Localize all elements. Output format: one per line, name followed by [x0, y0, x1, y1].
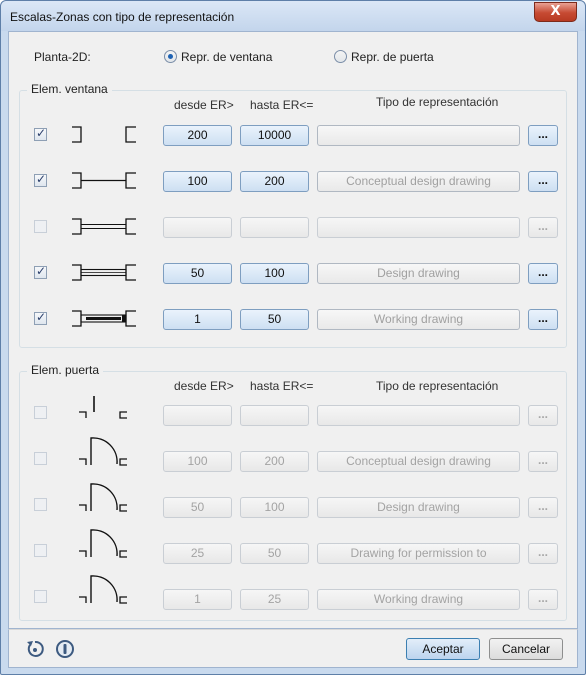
puerta-group-title: Elem. puerta [27, 363, 104, 377]
ventana-header-tipo: Tipo de representación [376, 95, 499, 109]
ventana-row-5-tipo[interactable]: Working drawing [317, 309, 520, 330]
ventana-row-1-desde[interactable]: 200 [163, 125, 232, 146]
puerta-row-3-checkbox[interactable] [34, 498, 47, 511]
ventana-row-2-more-button[interactable]: ... [528, 171, 558, 192]
window-symbol-detailed-icon [72, 310, 136, 327]
close-icon: X [550, 4, 561, 19]
ventana-row-2-hasta[interactable]: 200 [240, 171, 309, 192]
puerta-row-2-more-button[interactable]: ... [528, 451, 558, 472]
puerta-row-1-hasta[interactable] [240, 405, 309, 426]
puerta-row-2-desde[interactable]: 100 [163, 451, 232, 472]
puerta-row-4-hasta[interactable]: 50 [240, 543, 309, 564]
ventana-row-5-more-button[interactable]: ... [528, 309, 558, 330]
info-icon[interactable] [55, 639, 75, 659]
ventana-row-3-desde[interactable] [163, 217, 232, 238]
window-symbol-sill-icon [72, 264, 136, 281]
puerta-row-1-tipo[interactable] [317, 405, 520, 426]
puerta-row-5-tipo[interactable]: Working drawing [317, 589, 520, 610]
puerta-row-2-checkbox[interactable] [34, 452, 47, 465]
puerta-header-desde: desde ER> [174, 379, 234, 393]
ventana-row-1-checkbox[interactable] [34, 126, 47, 141]
ventana-row-3-checkbox[interactable] [34, 220, 47, 233]
ventana-row-4-checkbox[interactable] [34, 264, 47, 279]
ventana-row-2-desde[interactable]: 100 [163, 171, 232, 192]
window-symbol-single-line-icon [72, 172, 136, 189]
cancel-button[interactable]: Cancelar [489, 638, 563, 660]
window-title: Escalas-Zonas con tipo de representación [10, 10, 235, 24]
ventana-row-3-hasta[interactable] [240, 217, 309, 238]
door-symbol-leaf-icon [79, 396, 127, 419]
ventana-row-1-more-button[interactable]: ... [528, 125, 558, 146]
title-bar[interactable]: Escalas-Zonas con tipo de representación… [1, 1, 585, 31]
ventana-row-2-checkbox[interactable] [34, 172, 47, 187]
ventana-row-4-tipo[interactable]: Design drawing [317, 263, 520, 284]
radio-repr-ventana-label[interactable]: Repr. de ventana [181, 50, 272, 64]
ventana-row-3-tipo[interactable] [317, 217, 520, 238]
puerta-row-1-desde[interactable] [163, 405, 232, 426]
ventana-row-4-desde[interactable]: 50 [163, 263, 232, 284]
puerta-row-3-hasta[interactable]: 100 [240, 497, 309, 518]
puerta-row-4-more-button[interactable]: ... [528, 543, 558, 564]
close-button[interactable]: X [534, 2, 577, 22]
puerta-row-1-checkbox[interactable] [34, 406, 47, 419]
puerta-row-5-desde[interactable]: 1 [163, 589, 232, 610]
ventana-header-hasta: hasta ER<= [250, 98, 314, 112]
ventana-header-desde: desde ER> [174, 98, 234, 112]
puerta-row-1-more-button[interactable]: ... [528, 405, 558, 426]
door-symbol-swing-icon [79, 483, 127, 512]
ventana-row-5-desde[interactable]: 1 [163, 309, 232, 330]
ventana-row-4-hasta[interactable]: 100 [240, 263, 309, 284]
ventana-row-4-more-button[interactable]: ... [528, 263, 558, 284]
dialog-footer: Aceptar Cancelar [8, 629, 578, 668]
accept-button[interactable]: Aceptar [406, 638, 480, 660]
door-symbol-swing-icon [79, 437, 127, 466]
puerta-row-2-hasta[interactable]: 200 [240, 451, 309, 472]
dialog-body: Planta-2D: Repr. de ventana Repr. de pue… [8, 31, 578, 629]
puerta-row-3-more-button[interactable]: ... [528, 497, 558, 518]
puerta-row-4-desde[interactable]: 25 [163, 543, 232, 564]
puerta-row-3-desde[interactable]: 50 [163, 497, 232, 518]
puerta-header-tipo: Tipo de representación [376, 379, 499, 393]
window-symbol-opening-icon [72, 126, 136, 143]
radio-repr-puerta[interactable] [334, 50, 347, 63]
planta-label: Planta-2D: [34, 50, 91, 64]
reset-icon[interactable] [25, 639, 45, 659]
puerta-row-4-tipo[interactable]: Drawing for permission to [317, 543, 520, 564]
ventana-row-5-hasta[interactable]: 50 [240, 309, 309, 330]
ventana-row-2-tipo[interactable]: Conceptual design drawing [317, 171, 520, 192]
door-symbol-swing-icon [79, 575, 127, 604]
puerta-row-5-hasta[interactable]: 25 [240, 589, 309, 610]
puerta-row-5-more-button[interactable]: ... [528, 589, 558, 610]
radio-repr-puerta-label[interactable]: Repr. de puerta [351, 50, 434, 64]
door-symbol-swing-icon [79, 529, 127, 558]
puerta-row-2-tipo[interactable]: Conceptual design drawing [317, 451, 520, 472]
puerta-row-4-checkbox[interactable] [34, 544, 47, 557]
ventana-group-title: Elem. ventana [27, 82, 112, 96]
ventana-row-5-checkbox[interactable] [34, 310, 47, 325]
dialog-window: Escalas-Zonas con tipo de representación… [0, 0, 586, 675]
ventana-row-1-tipo[interactable] [317, 125, 520, 146]
puerta-row-3-tipo[interactable]: Design drawing [317, 497, 520, 518]
ventana-row-3-more-button[interactable]: ... [528, 217, 558, 238]
puerta-row-5-checkbox[interactable] [34, 590, 47, 603]
ventana-row-1-hasta[interactable]: 10000 [240, 125, 309, 146]
puerta-header-hasta: hasta ER<= [250, 379, 314, 393]
window-symbol-double-line-icon [72, 218, 136, 235]
radio-repr-ventana[interactable] [164, 50, 177, 63]
